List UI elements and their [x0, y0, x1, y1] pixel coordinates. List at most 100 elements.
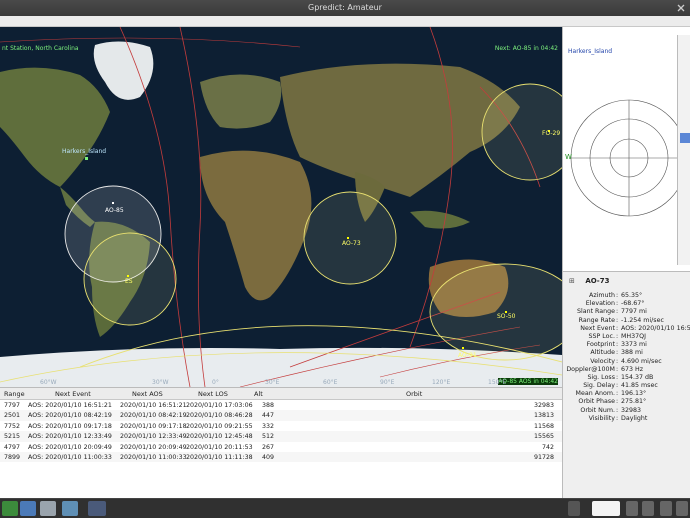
column-header-orbit[interactable]: Orbit — [406, 390, 422, 398]
info-separator: : — [616, 349, 619, 357]
info-row: Orbit Phase:275.81° — [563, 398, 690, 406]
info-value: 32983 — [621, 406, 642, 414]
info-key: Orbit Num. — [580, 406, 615, 414]
info-key: Next Event — [580, 324, 615, 332]
table-cell: 5215 — [4, 433, 21, 441]
table-cell: 91728 — [533, 453, 554, 461]
table-cell: 409 — [262, 453, 275, 461]
table-cell: 2020/01/10 17:03:06 — [186, 402, 253, 409]
info-value: 4.690 mi/sec — [621, 357, 662, 365]
lon-tick: 60°E — [323, 379, 338, 386]
table-row[interactable]: 7899 AOS: 2020/01/10 11:00:33 2020/01/10 1… — [0, 451, 562, 463]
table-row[interactable]: 4797 AOS: 2020/01/10 20:09:49 2020/01/10 2… — [0, 442, 562, 452]
column-header-next-aos[interactable]: Next AOS — [132, 390, 163, 398]
lon-tick: 90°E — [380, 379, 395, 386]
info-row: Visibility: Daylight — [563, 415, 690, 423]
ground-station-marker — [85, 157, 88, 160]
app-icon[interactable] — [62, 501, 78, 516]
tray-icon[interactable] — [660, 501, 672, 516]
satellite-marker — [347, 237, 349, 239]
info-value: -68.67° — [621, 300, 645, 308]
table-row[interactable]: 2501 AOS: 2020/01/10 08:42:19 2020/01/10 0… — [0, 410, 562, 421]
info-row: Slant Range:7797 mi — [563, 308, 690, 316]
window-titlebar: Gpredict: Amateur — [0, 0, 690, 16]
map-sat-label[interactable]: FO-29 — [542, 130, 560, 137]
info-row: Range Rate: -1.254 mi/sec — [563, 317, 690, 325]
info-value: -1.254 mi/sec — [621, 316, 664, 324]
column-header-alt[interactable]: Alt — [254, 390, 263, 398]
info-separator: : — [616, 406, 619, 414]
info-key: Azimuth — [589, 292, 615, 299]
info-value: 275.81° — [621, 398, 647, 406]
window-title: Gpredict: Amateur — [308, 3, 382, 12]
table-cell: 267 — [262, 443, 275, 451]
lon-tick: 60°W — [40, 379, 57, 386]
taskbar — [0, 498, 690, 518]
app-icon[interactable] — [40, 501, 56, 516]
info-key: Orbit Phase — [578, 398, 615, 406]
close-icon[interactable] — [676, 3, 686, 13]
column-header-next-event[interactable]: Next Event — [55, 390, 91, 398]
info-separator: : — [616, 332, 619, 340]
table-cell: 7797 — [4, 402, 21, 409]
info-header: ⊞ AO-73 — [569, 277, 609, 285]
table-cell: 388 — [262, 402, 275, 409]
info-separator: : — [616, 390, 619, 398]
info-key: Sig. Delay — [583, 382, 615, 390]
table-cell: 742 — [541, 443, 554, 451]
table-row[interactable]: 5215 AOS: 2020/01/10 12:33:49 2020/01/10 1… — [0, 431, 562, 442]
table-cell: 2020/01/10 12:33:49 — [120, 433, 187, 441]
app-icon[interactable] — [88, 501, 106, 516]
table-row[interactable]: 7797 AOS: 2020/01/10 16:51:21 2020/01/10 1… — [0, 400, 562, 410]
info-row: Altitude:388 mi — [563, 349, 690, 357]
info-separator: : — [616, 365, 619, 373]
table-cell: 332 — [262, 422, 275, 430]
info-row: Next Event:AOS: 2020/01/10 16:51:2 — [563, 325, 690, 333]
info-separator: : — [616, 324, 619, 332]
info-value: 154.37 dB — [621, 373, 654, 381]
column-header-range[interactable]: Range — [4, 390, 25, 398]
satellite-info-panel: ⊞ AO-73 Azimuth:65.35° Elevation: -68.67° S… — [562, 271, 690, 498]
map-sat-label[interactable]: ES — [125, 278, 133, 285]
expand-icon[interactable]: ⊞ — [569, 277, 575, 285]
world-map — [0, 27, 562, 387]
tray-icon[interactable] — [626, 501, 638, 516]
table-cell: 2020/01/10 16:51:21 — [120, 402, 187, 409]
popup-menu[interactable] — [677, 35, 690, 265]
map-sat-label[interactable]: AO-85 — [105, 207, 124, 214]
table-cell: 13813 — [533, 412, 554, 420]
info-key: Elevation — [585, 300, 615, 308]
clock-area[interactable] — [592, 501, 620, 516]
table-cell: 15565 — [533, 433, 554, 441]
network-icon[interactable] — [568, 501, 580, 516]
info-separator: : — [616, 373, 619, 381]
info-separator: : — [616, 414, 619, 422]
satellite-list[interactable]: Range Next Event Next AOS Next LOS Alt O… — [0, 387, 562, 498]
table-cell: 2020/01/10 12:45:48 — [186, 433, 253, 441]
table-cell: 447 — [262, 412, 275, 420]
table-row[interactable]: 7752 AOS: 2020/01/10 09:17:18 2020/01/10 0… — [0, 421, 562, 431]
info-key: Mean Anom. — [575, 390, 615, 398]
lon-tick: 120°E — [432, 379, 451, 386]
map-sat-label[interactable]: SO-50 — [497, 313, 516, 320]
info-key: Slant Range — [576, 308, 615, 316]
map-view[interactable]: nt Station, North Carolina Next: AO-85 i… — [0, 27, 562, 387]
info-row: Velocity:4.690 mi/sec — [563, 358, 690, 366]
info-value: 41.85 msec — [621, 382, 658, 390]
map-sat-label[interactable]: AO-91 — [458, 352, 477, 359]
table-cell: 2020/01/10 08:42:19 — [120, 412, 187, 420]
app-launcher-icon[interactable] — [2, 501, 18, 516]
tray-icon[interactable] — [642, 501, 654, 516]
tray-icon[interactable] — [676, 501, 688, 516]
popup-menu-selected-item[interactable] — [680, 133, 690, 143]
satellite-marker — [462, 347, 464, 349]
info-row: Footprint:3373 mi — [563, 341, 690, 349]
info-key: Velocity — [590, 357, 615, 365]
polar-view[interactable]: Harkers_Island W E — [562, 27, 690, 271]
info-separator: : — [616, 398, 619, 406]
app-icon[interactable] — [20, 501, 36, 516]
column-header-next-los[interactable]: Next LOS — [198, 390, 228, 398]
map-sat-label[interactable]: AO-73 — [342, 240, 361, 247]
info-separator: : — [616, 357, 619, 365]
info-separator: : — [616, 382, 619, 390]
